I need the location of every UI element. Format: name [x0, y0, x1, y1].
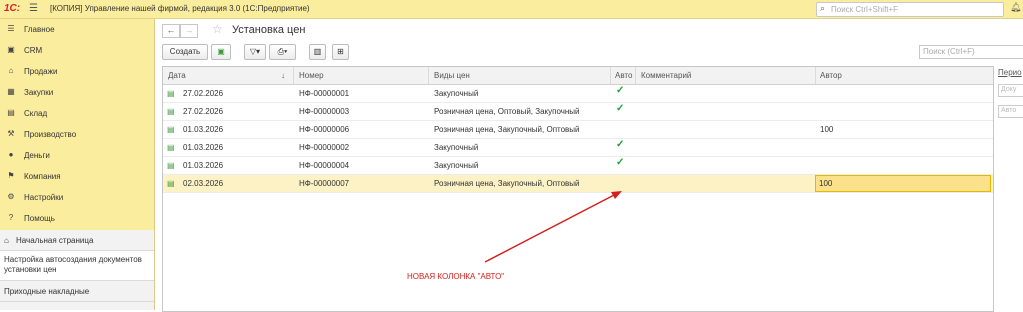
annotation-arrow-line [484, 193, 617, 263]
annotation-arrow [484, 191, 622, 263]
annotation-text: НОВАЯ КОЛОНКА "АВТО" [407, 272, 505, 281]
